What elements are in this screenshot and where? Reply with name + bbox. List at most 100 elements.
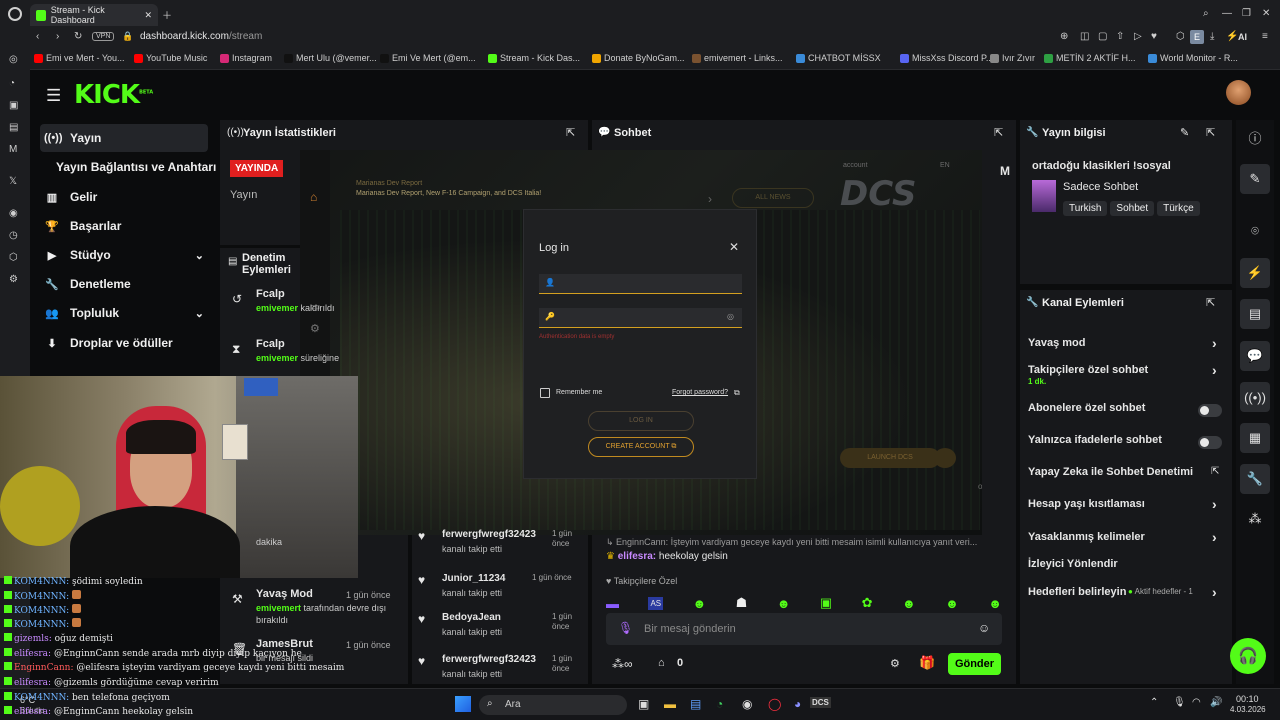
sidebar-item-2[interactable]: ▥ Gelir [40,183,208,211]
new-tab-icon[interactable]: ＋ [162,7,172,22]
username-field[interactable]: 👤 [539,274,742,294]
extensions-icon[interactable]: ⬡ [9,252,18,263]
bookmark-item[interactable]: CHATBOT MİSSX [796,53,881,63]
layout-icon[interactable]: ▦ [1240,423,1270,453]
play-icon[interactable]: ▷ [1134,31,1142,42]
emote-4[interactable]: ☗ [736,595,748,611]
bookmark-item[interactable]: Instagram [220,53,272,63]
chat-settings-icon[interactable]: ⚙ [890,657,900,670]
forgot-password-link[interactable]: Forgot password? [672,389,728,396]
url-text[interactable]: dashboard.kick.com/stream [140,31,262,42]
chevron-right-icon[interactable]: › [1212,362,1217,378]
kick-logo[interactable]: KICKBETA [74,80,153,110]
mod-action-user[interactable]: Fcalp [256,338,285,350]
bookmark-item[interactable]: Ivır Zıvır [990,53,1035,63]
emote-1[interactable]: ▬ [606,596,619,611]
sidebar-item-4[interactable]: ▶ Stüdyo ⌄ [40,241,208,269]
volume-icon[interactable]: 🔊 [1210,697,1222,708]
category-name[interactable]: Sadece Sohbet [1063,181,1138,193]
mic-tray-icon[interactable]: 🎙 [1173,697,1186,708]
channel-action-row[interactable]: Yalnızca ifadelerle sohbet [1028,432,1224,456]
password-field[interactable]: 🔑 ◎ [539,308,742,328]
tag-turkish[interactable]: Turkish [1063,201,1108,216]
emote-10[interactable]: ☻ [988,596,1002,611]
reload-icon[interactable]: ↻ [74,31,82,42]
store-app-icon[interactable]: ▤ [690,697,701,711]
emote-2[interactable]: AS [648,596,664,610]
wifi-icon[interactable]: ◠ [1192,697,1201,708]
sidebar-item-0[interactable]: ((•)) Yayın [40,124,208,152]
remember-checkbox[interactable] [540,388,550,398]
sidebar-item-7[interactable]: ⬇ Droplar ve ödüller [40,329,208,357]
login-button[interactable]: LOG IN [588,411,694,431]
all-news-button[interactable]: ALL NEWS [732,188,814,208]
store-icon[interactable]: ⌂ [658,657,665,669]
broadcast-rail-icon[interactable]: ((•)) [1240,382,1270,412]
emoji-icon[interactable]: ☺ [978,621,990,635]
mic-icon[interactable]: 🎙 [618,621,633,635]
emote-3[interactable]: ☻ [693,596,707,611]
opera-taskbar-icon[interactable]: ◯ [768,697,781,711]
download-icon[interactable]: ⤓ [1210,31,1214,42]
channel-action-row[interactable]: Hesap yaşı kısıtlaması › [1028,496,1224,520]
notes-icon[interactable]: ▤ [1240,299,1270,329]
info-icon[interactable]: ⓘ [1240,122,1270,152]
gift-icon[interactable]: 🎁 [919,655,935,671]
channel-action-row[interactable]: Abonelere özel sohbet [1028,400,1224,424]
whatsapp-taskbar-icon[interactable]: ◔ [716,697,723,711]
dcs-taskbar-icon[interactable]: DCS [810,697,831,708]
category-thumbnail[interactable] [1032,180,1056,212]
bookmark-item[interactable]: emivemert - Links... [692,53,783,63]
toggle-switch[interactable] [1198,404,1222,417]
channel-action-row[interactable]: Takipçilere özel sohbet 1 dk. › [1028,362,1224,386]
bookmark-item[interactable]: MissXss Discord P... [900,53,993,63]
zoom-icon[interactable]: ⊕ [1060,31,1068,42]
user-avatar[interactable] [1226,80,1251,105]
points-icon[interactable]: ⁂∞ [612,657,633,671]
tab-close-icon[interactable]: ✕ [144,10,152,21]
settings-circle-icon[interactable]: ◉ [9,208,18,219]
bookmark-item[interactable]: Emi ve Mert - You... [34,53,125,63]
dots-icon[interactable]: ⁂ [1240,504,1270,534]
snapshot-icon[interactable]: ◫ [1080,31,1089,42]
activity-user[interactable]: BedoyaJean [442,612,501,623]
news-subtitle[interactable]: Marianas Dev Report, New F-16 Campaign, … [356,190,541,197]
wrench-rail-icon[interactable]: 🔧 [1240,464,1270,494]
chevron-right-icon[interactable]: › [1212,584,1217,600]
channel-action-row[interactable]: Yavaş mod › [1028,335,1224,359]
emote-5[interactable]: ☻ [777,596,791,611]
bookmark-item[interactable]: METİN 2 AKTİF H... [1044,53,1136,63]
steam-icon[interactable]: ◉ [742,697,752,711]
mod-action-user[interactable]: Yavaş Mod [256,588,313,600]
aria-icon[interactable]: ⚡ [1226,31,1238,42]
vpn-badge[interactable]: VPN [92,32,115,41]
channel-popout-icon[interactable]: ⇱ [1206,296,1215,309]
heart-icon[interactable]: ♥ [1151,31,1157,42]
bookmark-item[interactable]: Donate ByNoGam... [592,53,685,63]
support-button[interactable]: 🎧 [1230,638,1266,674]
activity-user[interactable]: Junior_11234 [442,573,505,584]
close-window-icon[interactable]: ✕ [1262,8,1270,19]
taskbar-search[interactable]: ⌕ Ara [479,695,627,715]
opera-logo-icon[interactable] [8,7,22,21]
launch-dcs-button[interactable]: LAUNCH DCS [840,448,940,468]
flow-icon[interactable]: ▣ [9,100,18,111]
extensions-puzzle-icon[interactable]: ⬡ [1176,31,1185,42]
forward-icon[interactable]: › [56,31,59,42]
clock-time[interactable]: 00:10 [1236,694,1259,704]
activity-user[interactable]: ferwergfwregf32423 [442,654,536,665]
emote-8[interactable]: ☻ [902,596,916,611]
gear-icon[interactable]: ⚙ [9,274,18,285]
bookmark-item[interactable]: Stream - Kick Das... [488,53,580,63]
chat-rail-icon[interactable]: 💬 [1240,341,1270,371]
emote-7[interactable]: ✿ [862,595,873,611]
news-next-icon[interactable]: › [708,192,712,206]
emote-6[interactable]: ▣ [820,595,832,611]
sidebar-item-6[interactable]: 👥 Topluluk ⌄ [40,299,208,327]
task-view-icon[interactable]: ▣ [638,697,649,711]
create-account-button[interactable]: CREATE ACCOUNT ⧉ [588,437,694,457]
messenger-icon[interactable]: ◎ [9,54,18,65]
whatsapp-icon[interactable]: ◔ [9,78,15,89]
edit-icon[interactable]: ✎ [1240,164,1270,194]
news-title[interactable]: Marianas Dev Report [356,180,422,187]
